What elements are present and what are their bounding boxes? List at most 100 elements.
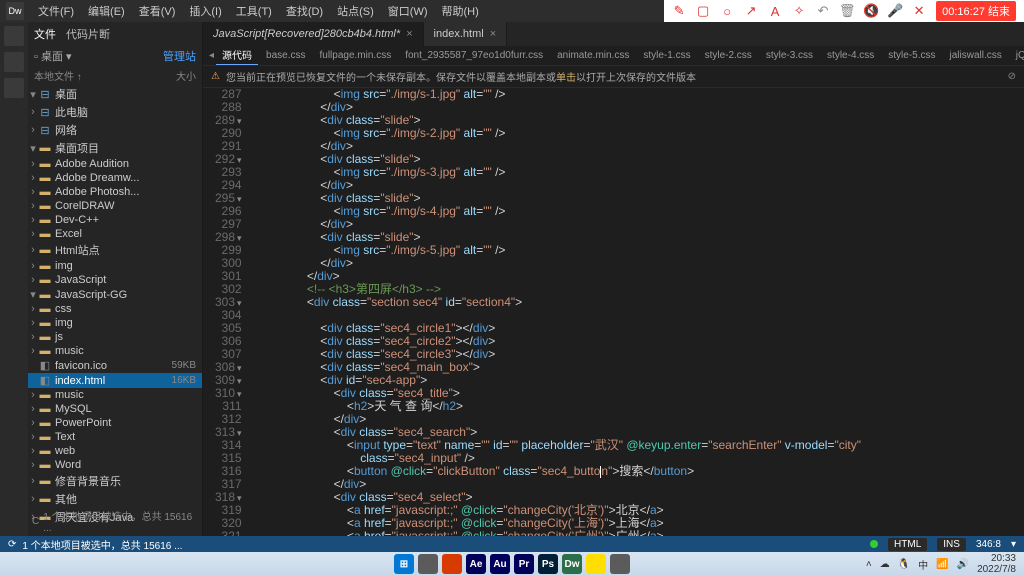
tree-node[interactable]: ›▬JavaScript — [28, 273, 202, 287]
menu-item[interactable]: 查找(D) — [280, 1, 329, 21]
taskbar-app[interactable]: ⊞ — [394, 554, 414, 574]
tree-node[interactable]: ›▬Dev-C++ — [28, 213, 202, 227]
tree-node[interactable]: ›▬MySQL — [28, 402, 202, 416]
tray-volume-icon[interactable]: 🔊 — [957, 559, 969, 570]
tree-node[interactable]: ›▬music — [28, 344, 202, 358]
taskbar-app[interactable] — [610, 554, 630, 574]
menu-item[interactable]: 站点(S) — [331, 1, 380, 21]
related-file-tab[interactable]: jaliswall.css — [944, 48, 1008, 63]
related-file-tab[interactable]: 源代码 — [216, 46, 258, 66]
tool-icon[interactable] — [4, 26, 24, 46]
taskbar-app[interactable]: Pr — [514, 554, 534, 574]
menu-item[interactable]: 窗口(W) — [382, 1, 434, 21]
close-icon[interactable]: × — [406, 28, 412, 40]
taskbar-app[interactable] — [442, 554, 462, 574]
trash-icon[interactable]: 🗑 — [840, 4, 854, 18]
lang-indicator[interactable]: HTML — [888, 538, 927, 551]
related-file-tab[interactable]: style-1.css — [637, 48, 696, 63]
tree-node[interactable]: ›▬music — [28, 388, 202, 402]
tool-icon[interactable] — [4, 52, 24, 72]
tray-onedrive-icon[interactable]: ☁ — [880, 559, 890, 570]
tree-node[interactable]: ▾▬JavaScript-GG — [28, 287, 202, 302]
menu-item[interactable]: 编辑(E) — [82, 1, 131, 21]
highlight-icon[interactable]: ✧ — [792, 4, 806, 18]
insert-mode[interactable]: INS — [937, 538, 966, 551]
editor-tab[interactable]: JavaScript[Recovered]280cb4b4.html*× — [203, 22, 424, 46]
tree-node[interactable]: ›▬css — [28, 302, 202, 316]
snippets-tab[interactable]: 代码片断 — [66, 26, 110, 42]
arrow-icon[interactable]: ↗ — [744, 4, 758, 18]
refresh-icon[interactable]: C — [32, 516, 39, 527]
text-icon[interactable]: A — [768, 4, 782, 18]
edit-icon[interactable]: ✎ — [672, 4, 686, 18]
square-icon[interactable]: ▢ — [696, 4, 710, 18]
related-file-tab[interactable]: style-4.css — [821, 48, 880, 63]
taskbar-app[interactable]: Au — [490, 554, 510, 574]
rec-timer[interactable]: 00:16:27 结束 — [936, 1, 1016, 21]
col-size[interactable]: 大小 — [176, 68, 196, 83]
close-icon[interactable]: × — [490, 28, 496, 40]
overflow-icon[interactable]: ▾ — [1011, 539, 1016, 550]
taskbar-app[interactable]: Ae — [466, 554, 486, 574]
caret-left-icon[interactable]: ◂ — [209, 50, 214, 61]
tree-node[interactable]: ›▬Adobe Photosh... — [28, 185, 202, 199]
tree-node[interactable]: ›▬Text — [28, 430, 202, 444]
taskbar-clock[interactable]: 20:33 2022/7/8 — [977, 553, 1016, 575]
tree-node[interactable]: ›▬img — [28, 316, 202, 330]
tree-node[interactable]: ›▬Adobe Audition — [28, 157, 202, 171]
status-icon[interactable]: ⟳ — [8, 539, 16, 550]
code-body[interactable]: <img src="./img/s-1.jpg" alt="" /> </div… — [250, 88, 1024, 536]
undo-icon[interactable]: ↶ — [816, 4, 830, 18]
menu-item[interactable]: 查看(V) — [133, 1, 182, 21]
col-local[interactable]: 本地文件 ↑ — [34, 68, 82, 83]
tree-node[interactable]: ›▬Html站点 — [28, 241, 202, 259]
tree-node[interactable]: ▾▬桌面项目 — [28, 139, 202, 157]
tray-penguin-icon[interactable]: 🐧 — [898, 559, 910, 570]
site-dropdown[interactable]: ▫ 桌面 ▾ — [34, 48, 72, 64]
mute-icon[interactable]: 🔇 — [864, 4, 878, 18]
tree-node[interactable]: ›▬Adobe Dreamw... — [28, 171, 202, 185]
tree-node[interactable]: ›▬img — [28, 259, 202, 273]
menu-item[interactable]: 帮助(H) — [436, 1, 485, 21]
tree-node[interactable]: ›⊟此电脑 — [28, 103, 202, 121]
menu-item[interactable]: 插入(I) — [183, 1, 227, 21]
close-rec-icon[interactable]: ✕ — [912, 4, 926, 18]
editor-tab[interactable]: index.html× — [424, 22, 508, 46]
related-file-tab[interactable]: base.css — [260, 48, 311, 63]
taskbar-app[interactable] — [586, 554, 606, 574]
tree-node[interactable]: ›▬web — [28, 444, 202, 458]
tree-node[interactable]: ›▬CorelDRAW — [28, 199, 202, 213]
circle-icon[interactable]: ○ — [720, 4, 734, 18]
tree-node[interactable]: ›▬Word — [28, 458, 202, 472]
related-file-tab[interactable]: jQuery.min.js — [1010, 48, 1024, 63]
menu-item[interactable]: 文件(F) — [32, 1, 80, 21]
tray-lang[interactable]: 中 — [918, 557, 928, 572]
tray-chevron-icon[interactable]: ˄ — [866, 559, 872, 570]
manage-sites-link[interactable]: 管理站 — [163, 48, 196, 64]
tree-node[interactable]: ›▬修音背景音乐 — [28, 472, 202, 490]
related-file-tab[interactable]: animate.min.css — [551, 48, 635, 63]
menu-item[interactable]: 工具(T) — [230, 1, 278, 21]
taskbar-app[interactable]: Ps — [538, 554, 558, 574]
tree-node[interactable]: ›▬Excel — [28, 227, 202, 241]
related-file-tab[interactable]: fullpage.min.css — [314, 48, 398, 63]
taskbar-app[interactable] — [418, 554, 438, 574]
tree-node[interactable]: ◧index.html16KB — [28, 373, 202, 388]
tree-node[interactable]: ▾⊟桌面 — [28, 85, 202, 103]
files-tab[interactable]: 文件 — [34, 26, 56, 42]
code-editor[interactable]: 287 288 289▾290 291 292▾293 294 295▾296 … — [203, 88, 1024, 536]
tree-node[interactable]: ›⊟网络 — [28, 121, 202, 139]
taskbar-app[interactable]: Dw — [562, 554, 582, 574]
mic-icon[interactable]: 🎤 — [888, 4, 902, 18]
tree-node[interactable]: ›▬PowerPoint — [28, 416, 202, 430]
close-icon[interactable]: ⊘ — [1008, 71, 1016, 82]
tree-node[interactable]: ›▬其他 — [28, 490, 202, 508]
tray-wifi-icon[interactable]: 📶 — [936, 559, 948, 570]
tree-node[interactable]: ›▬js — [28, 330, 202, 344]
related-file-tab[interactable]: style-2.css — [699, 48, 758, 63]
related-file-tab[interactable]: style-5.css — [882, 48, 941, 63]
tool-icon[interactable] — [4, 78, 24, 98]
tree-node[interactable]: ◧favicon.ico59KB — [28, 358, 202, 373]
related-file-tab[interactable]: font_2935587_97eo1d0furr.css — [399, 48, 549, 63]
related-file-tab[interactable]: style-3.css — [760, 48, 819, 63]
